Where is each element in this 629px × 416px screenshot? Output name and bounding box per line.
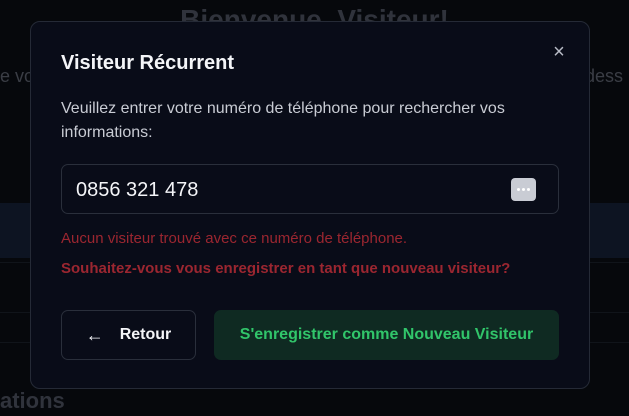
close-icon[interactable]: × <box>549 42 569 62</box>
phone-field[interactable] <box>61 164 559 214</box>
error-message: Aucun visiteur trouvé avec ce numéro de … <box>61 230 408 247</box>
returning-visitor-modal: Visiteur Récurrent × Veuillez entrer vot… <box>30 21 590 389</box>
arrow-left-icon: ← <box>85 325 104 345</box>
modal-title: Visiteur Récurrent <box>61 52 235 74</box>
register-button-label: S'enregistrer comme Nouveau Visiteur <box>239 326 534 343</box>
register-prompt: Souhaitez-vous vous enregistrer en tant … <box>61 260 511 277</box>
back-button[interactable]: ← Retour <box>61 310 196 360</box>
password-manager-icon[interactable] <box>511 178 536 201</box>
back-button-label: Retour <box>119 326 172 343</box>
phone-input[interactable] <box>76 177 496 203</box>
register-new-visitor-button[interactable]: S'enregistrer comme Nouveau Visiteur <box>214 310 559 360</box>
modal-description: Veuillez entrer votre numéro de téléphon… <box>61 100 505 141</box>
